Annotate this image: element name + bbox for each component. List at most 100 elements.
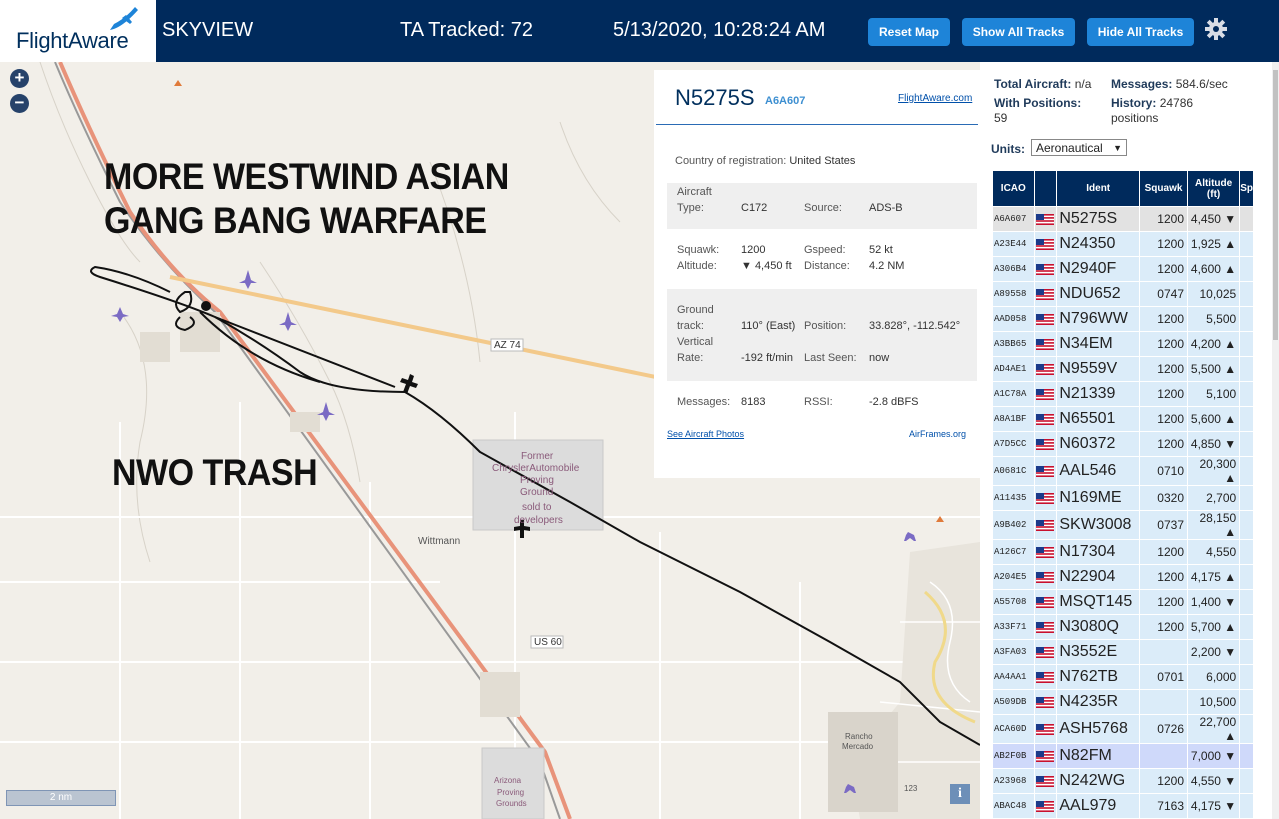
gear-icon[interactable]	[1204, 17, 1228, 41]
tracked-count: TA Tracked: 72	[400, 19, 534, 41]
table-row[interactable]: AB2F0B N82FM 7,000 ▼	[992, 743, 1254, 769]
hide-all-tracks-button[interactable]: Hide All Tracks	[1087, 18, 1194, 46]
ident-cell: N3080Q	[1056, 614, 1141, 640]
table-row[interactable]: A204E5 N22904 1200 4,175 ▲	[992, 564, 1254, 590]
speed-cell	[1239, 331, 1254, 357]
us-flag-icon	[1036, 214, 1055, 226]
ident-cell: N22904	[1056, 564, 1141, 590]
col-ident-header[interactable]: Ident	[1056, 170, 1141, 207]
speed-cell	[1239, 281, 1254, 307]
show-all-tracks-button[interactable]: Show All Tracks	[962, 18, 1075, 46]
table-row[interactable]: ACA60D ASH5768 0726 22,700 ▲	[992, 714, 1254, 744]
us-flag-icon	[1036, 520, 1055, 532]
with-positions-label: With Positions:	[994, 96, 1082, 110]
col-altitude-header[interactable]: Altitude (ft)	[1186, 170, 1241, 207]
squawk-label: Squawk:	[677, 244, 720, 256]
table-row[interactable]: A9B402 SKW3008 0737 28,150 ▲	[992, 510, 1254, 540]
table-row[interactable]: AA4AA1 N762TB 0701 6,000	[992, 664, 1254, 690]
table-row[interactable]: A23E44 N24350 1200 1,925 ▲	[992, 231, 1254, 257]
speed-cell	[1239, 564, 1254, 590]
history-stat: History: 24786	[1111, 96, 1193, 110]
us-flag-icon	[1036, 439, 1055, 451]
col-flag-header[interactable]	[1033, 170, 1058, 207]
messages-stat-value: 584.6/sec	[1175, 77, 1228, 91]
speed-cell	[1239, 768, 1254, 794]
az74-label: AZ 74	[494, 340, 521, 351]
squawk-cell: 7163	[1139, 793, 1188, 819]
table-row[interactable]: A509DB N4235R 10,500	[992, 689, 1254, 715]
flag-cell	[1033, 256, 1058, 282]
table-row[interactable]: A8A1BF N65501 1200 5,600 ▲	[992, 406, 1254, 432]
squawk-cell	[1139, 689, 1188, 715]
table-row[interactable]: A3BB65 N34EM 1200 4,200 ▲	[992, 331, 1254, 357]
table-row[interactable]: A6A607 N5275S 1200 4,450 ▼	[992, 206, 1254, 232]
table-row[interactable]: ABAC48 AAL979 7163 4,175 ▼	[992, 793, 1254, 819]
altitude-cell: 10,500	[1186, 689, 1241, 715]
col-squawk-header[interactable]: Squawk	[1139, 170, 1188, 207]
zoom-in-button[interactable]: +	[10, 69, 29, 88]
table-row[interactable]: AAD058 N796WW 1200 5,500	[992, 306, 1254, 332]
us-flag-icon	[1036, 364, 1055, 376]
speed-cell	[1239, 510, 1254, 540]
squawk-cell: 0701	[1139, 664, 1188, 690]
zoom-out-button[interactable]: −	[10, 94, 29, 113]
reset-map-button[interactable]: Reset Map	[868, 18, 950, 46]
map-info-button[interactable]: i	[950, 784, 970, 804]
source-value: ADS-B	[869, 202, 903, 214]
flag-cell	[1033, 714, 1058, 744]
altitude-cell: 1,925 ▲	[1186, 231, 1241, 257]
speed-cell	[1239, 743, 1254, 769]
col-speed-header[interactable]: Sp	[1239, 170, 1254, 207]
table-row[interactable]: A126C7 N17304 1200 4,550	[992, 539, 1254, 565]
altitude-cell: 20,300 ▲	[1186, 456, 1241, 486]
airframes-link[interactable]: AirFrames.org	[909, 429, 966, 439]
speed-cell	[1239, 256, 1254, 282]
us-flag-icon	[1036, 597, 1055, 609]
squawk-cell: 1200	[1139, 564, 1188, 590]
speed-cell	[1239, 714, 1254, 744]
squawk-cell: 0320	[1139, 485, 1188, 511]
col-icao-header[interactable]: ICAO	[992, 170, 1035, 207]
aircraft-table-wrap[interactable]: ICAO Ident Squawk Altitude (ft) Sp A6A60…	[992, 170, 1254, 819]
us-flag-icon	[1036, 414, 1055, 426]
altitude-cell: 4,550 ▼	[1186, 768, 1241, 794]
squawk-cell: 1200	[1139, 231, 1188, 257]
type-label: Type:	[677, 202, 704, 214]
speed-cell	[1239, 539, 1254, 565]
table-row[interactable]: A0681C AAL546 0710 20,300 ▲	[992, 456, 1254, 486]
table-row[interactable]: A33F71 N3080Q 1200 5,700 ▲	[992, 614, 1254, 640]
altitude-cell: 10,025	[1186, 281, 1241, 307]
table-row[interactable]: A55708 MSQT145 1200 1,400 ▼	[992, 589, 1254, 615]
flightaware-link[interactable]: FlightAware.com	[898, 93, 972, 104]
units-select[interactable]: Aeronautical ▼	[1031, 139, 1127, 156]
flag-cell	[1033, 614, 1058, 640]
speed-cell	[1239, 306, 1254, 332]
ident-cell: MSQT145	[1056, 589, 1141, 615]
us-flag-icon	[1036, 724, 1055, 736]
table-row[interactable]: A1C78A N21339 1200 5,100	[992, 381, 1254, 407]
icao-cell: A23968	[992, 768, 1035, 794]
altitude-cell: 4,550	[1186, 539, 1241, 565]
table-row[interactable]: A3FA03 N3552E 2,200 ▼	[992, 639, 1254, 665]
altitude-cell: 7,000 ▼	[1186, 743, 1241, 769]
icao-cell: A89558	[992, 281, 1035, 307]
flag-cell	[1033, 456, 1058, 486]
table-row[interactable]: A89558 NDU652 0747 10,025	[992, 281, 1254, 307]
country-row: Country of registration: United States	[675, 155, 855, 167]
lastseen-label: Last Seen:	[804, 352, 857, 364]
ident-cell: N60372	[1056, 431, 1141, 457]
aircraft-photos-link[interactable]: See Aircraft Photos	[667, 429, 744, 439]
arizona-proving-label-1: Arizona	[494, 776, 522, 785]
table-row[interactable]: A11435 N169ME 0320 2,700	[992, 485, 1254, 511]
altitude-cell: 4,175 ▼	[1186, 793, 1241, 819]
table-row[interactable]: A7D5CC N60372 1200 4,850 ▼	[992, 431, 1254, 457]
table-row[interactable]: AD4AE1 N9559V 1200 5,500 ▲	[992, 356, 1254, 382]
us-flag-icon	[1036, 776, 1055, 788]
icao-cell: A509DB	[992, 689, 1035, 715]
table-row[interactable]: A306B4 N2940F 1200 4,600 ▲	[992, 256, 1254, 282]
units-select-value: Aeronautical	[1036, 141, 1103, 155]
list-scroll-thumb[interactable]	[1273, 70, 1278, 340]
flag-cell	[1033, 510, 1058, 540]
flightaware-logo[interactable]: FlightAware	[0, 0, 156, 62]
table-row[interactable]: A23968 N242WG 1200 4,550 ▼	[992, 768, 1254, 794]
